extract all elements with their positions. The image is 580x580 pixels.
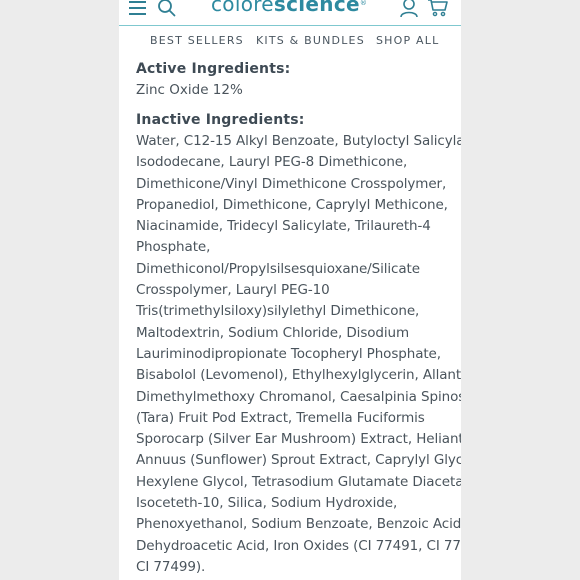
ingredient-line: Tris(trimethylsiloxy)silylethyl Dimethic…	[136, 303, 420, 320]
ingredient-line: Hexylene Glycol, Tetrasodium Glutamate D…	[136, 473, 461, 490]
user-icon[interactable]	[399, 0, 419, 18]
ingredient-line: CI 77499).	[136, 558, 206, 575]
nav-shop-all[interactable]: SHOP ALL	[376, 34, 439, 47]
search-icon[interactable]	[157, 0, 177, 19]
ingredients-section: Active Ingredients: Zinc Oxide 12% Inact…	[136, 58, 461, 578]
ingredient-line: Propanediol, Dimethicone, Caprylyl Methi…	[136, 196, 448, 213]
ingredient-line: Lauriminodipropionate Tocopheryl Phospha…	[136, 345, 441, 362]
ingredient-line: Niacinamide, Tridecyl Salicylate, Trilau…	[136, 218, 431, 235]
inactive-ingredients-heading: Inactive Ingredients:	[136, 112, 305, 128]
inactive-ingredients-list: Water, C12-15 Alkyl Benzoate, Butyloctyl…	[136, 131, 461, 578]
ingredient-line: Phosphate,	[136, 239, 211, 256]
phone-frame: colorescience® BEST SELLERS KITS & BUNDL…	[119, 0, 461, 580]
ingredient-line: Annuus (Sunflower) Sprout Extract, Capry…	[136, 452, 461, 469]
active-ingredients-value: Zinc Oxide 12%	[136, 82, 243, 98]
ingredient-line: Water, C12-15 Alkyl Benzoate, Butyloctyl…	[136, 133, 461, 149]
ingredient-line: (Tara) Fruit Pod Extract, Tremella Fucif…	[136, 409, 425, 426]
main-nav: BEST SELLERS KITS & BUNDLES SHOP ALL	[119, 34, 461, 52]
registered-mark: ®	[359, 0, 368, 7]
logo-light-text: colore	[211, 0, 274, 16]
ingredient-line: Isoceteth-10, Silica, Sodium Hydroxide,	[136, 495, 398, 512]
cart-icon[interactable]	[427, 0, 449, 18]
ingredient-line: Dimethicone/Vinyl Dimethicone Crosspolym…	[136, 175, 447, 192]
site-header: colorescience®	[119, 0, 461, 26]
ingredient-line: Dimethiconol/Propylsilsesquioxane/Silica…	[136, 260, 420, 277]
nav-best-sellers[interactable]: BEST SELLERS	[150, 34, 244, 47]
logo-bold-text: science	[273, 0, 360, 16]
ingredient-line: Maltodextrin, Sodium Chloride, Disodium	[136, 324, 410, 341]
nav-kits-bundles[interactable]: KITS & BUNDLES	[256, 34, 365, 47]
ingredient-line: Crosspolymer, Lauryl PEG-10	[136, 282, 330, 299]
ingredient-line: Dehydroacetic Acid, Iron Oxides (CI 7749…	[136, 537, 461, 554]
ingredient-line: Bisabolol (Levomenol), Ethylhexylglyceri…	[136, 367, 461, 384]
menu-icon[interactable]	[129, 1, 146, 15]
active-ingredients-heading: Active Ingredients:	[136, 61, 291, 77]
ingredient-line: Sporocarp (Silver Ear Mushroom) Extract,…	[136, 431, 461, 448]
ingredient-line: Phenoxyethanol, Sodium Benzoate, Benzoic…	[136, 516, 461, 533]
ingredient-line: Isododecane, Lauryl PEG-8 Dimethicone,	[136, 154, 408, 171]
brand-logo[interactable]: colorescience®	[211, 0, 367, 16]
ingredient-line: Dimethylmethoxy Chromanol, Caesalpinia S…	[136, 388, 461, 405]
